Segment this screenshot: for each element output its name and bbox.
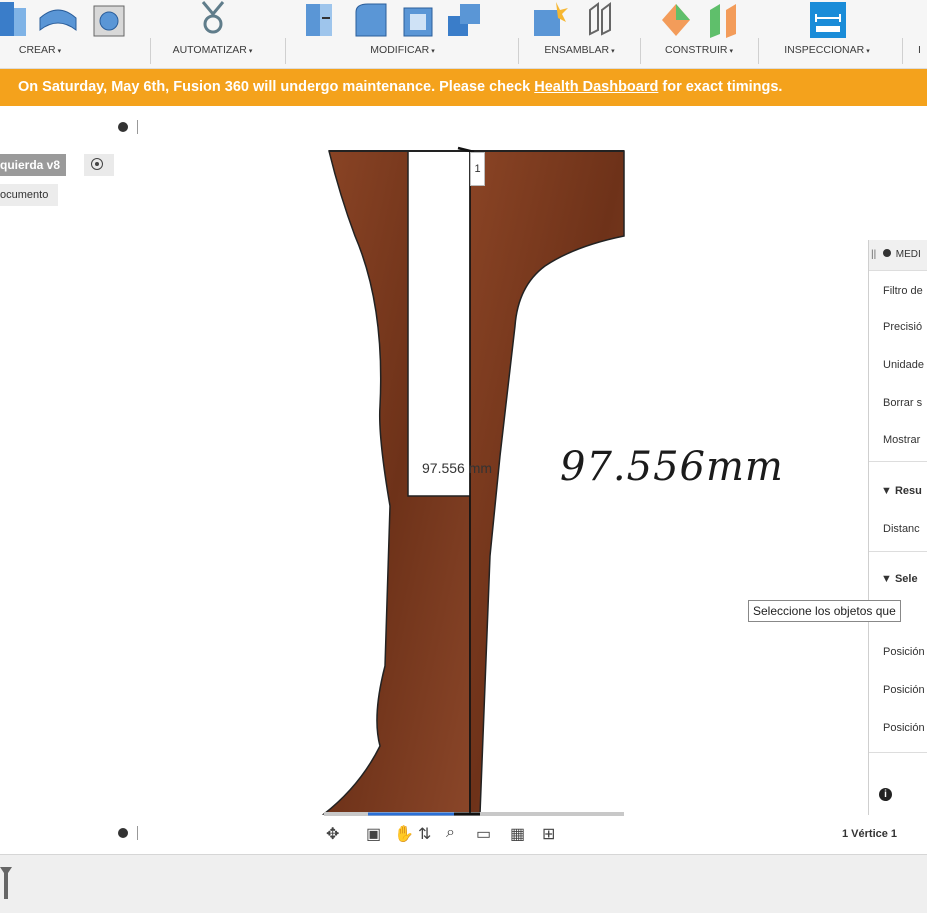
insertar-menu[interactable]: I	[918, 44, 927, 56]
crear-group: CREAR ▾	[0, 0, 80, 68]
selection-section[interactable]: ▼ Sele	[881, 573, 918, 585]
measure-panel-header[interactable]: || MEDI	[869, 240, 927, 271]
joint-icon[interactable]	[584, 0, 624, 40]
fit-icon[interactable]: ⌕	[446, 824, 455, 842]
activate-radio[interactable]	[84, 154, 114, 176]
precision-row[interactable]: Precisió	[883, 321, 922, 333]
distance-row: Distanc	[883, 523, 920, 535]
shell-icon[interactable]	[400, 0, 440, 40]
info-icon[interactable]: i	[879, 788, 892, 801]
collapse-icon[interactable]	[118, 122, 128, 132]
show-row[interactable]: Mostrar	[883, 434, 920, 446]
modificar-menu[interactable]: MODIFICAR ▾	[290, 44, 515, 56]
measure-panel: || MEDI Filtro de Precisió Unidade Borra…	[868, 240, 927, 815]
collapse-icon[interactable]	[882, 249, 891, 257]
automatizar-menu[interactable]: AUTOMATIZAR ▾	[155, 44, 270, 56]
expand-icon[interactable]	[118, 828, 128, 838]
tooltip: Seleccione los objetos que	[748, 600, 901, 622]
ensamblar-menu[interactable]: ENSAMBLAR ▾	[522, 44, 637, 56]
orbit-icon[interactable]: ✥	[326, 824, 339, 844]
revolve-icon[interactable]	[36, 0, 84, 40]
position-row-2: Posición	[883, 684, 925, 696]
crear-menu[interactable]: CREAR ▾	[0, 44, 80, 56]
fillet-icon[interactable]	[352, 0, 392, 40]
health-dashboard-link[interactable]: Health Dashboard	[534, 79, 658, 95]
extrude-icon[interactable]	[0, 0, 30, 40]
vertex-marker: 1	[470, 152, 485, 186]
maintenance-banner: On Saturday, May 6th, Fusion 360 will un…	[0, 69, 927, 106]
display-icon[interactable]: ▭	[476, 824, 491, 844]
banner-text-end: for exact timings.	[658, 79, 783, 95]
radio-dot-icon	[95, 162, 99, 166]
panel-splitter[interactable]	[137, 826, 138, 840]
banner-text: On Saturday, May 6th, Fusion 360 will un…	[18, 79, 535, 95]
ensamblar-group: ENSAMBLAR ▾	[522, 0, 637, 68]
offset-plane-icon[interactable]	[658, 0, 698, 40]
press-pull-icon[interactable]	[304, 0, 344, 40]
pan-icon[interactable]: ✋	[394, 824, 414, 844]
dimension-label: 97.556 mm	[422, 460, 493, 476]
hole-icon[interactable]	[92, 0, 132, 40]
navigation-bar: ✥ ▣ ✋ ⇅ ⌕ ▭ ▦ ⊞	[322, 822, 622, 846]
comments-bar[interactable]	[0, 822, 150, 846]
toolbar: CREAR ▾ AUTOMATIZAR ▾ MODIFICAR ▾ ENSAMB…	[0, 0, 927, 69]
zoom-icon[interactable]: ⇅	[418, 824, 431, 844]
midplane-icon[interactable]	[706, 0, 746, 40]
document-name[interactable]: quierda v8	[0, 154, 67, 176]
modificar-group: MODIFICAR ▾	[290, 0, 515, 68]
browser-header[interactable]	[0, 116, 150, 140]
panel-splitter[interactable]	[137, 120, 138, 134]
viewports-icon[interactable]: ⊞	[542, 824, 555, 844]
clear-row[interactable]: Borrar s	[883, 397, 922, 409]
measure-panel-title: MEDI	[895, 249, 921, 260]
document-settings-item[interactable]: ocumento	[0, 184, 59, 206]
measure-icon[interactable]	[808, 0, 848, 40]
inspeccionar-menu[interactable]: INSPECCIONAR ▾	[762, 44, 892, 56]
units-row[interactable]: Unidade	[883, 359, 924, 371]
timeline-filter-icon[interactable]	[0, 865, 14, 901]
construir-menu[interactable]: CONSTRUIR ▾	[644, 44, 754, 56]
new-component-icon[interactable]	[532, 0, 572, 40]
selection-status: 1 Vértice 1	[842, 828, 898, 840]
design-canvas[interactable]: 1 97.556 mm 97.556mm	[0, 106, 927, 826]
automatizar-group: AUTOMATIZAR ▾	[155, 0, 270, 68]
results-section[interactable]: ▼ Resu	[881, 485, 922, 497]
automate-icon[interactable]	[195, 0, 231, 40]
look-at-icon[interactable]: ▣	[366, 824, 381, 844]
timeline[interactable]	[0, 854, 927, 913]
body-left-leg	[321, 150, 471, 815]
position-row-3: Posición	[883, 722, 925, 734]
grid-icon[interactable]: ▦	[510, 824, 525, 844]
filter-row[interactable]: Filtro de	[883, 285, 923, 297]
combine-icon[interactable]	[446, 0, 486, 40]
handwritten-note: 97.556mm	[560, 444, 784, 490]
inspeccionar-group: INSPECCIONAR ▾	[762, 0, 892, 68]
construir-group: CONSTRUIR ▾	[644, 0, 754, 68]
position-row-1: Posición	[883, 646, 925, 658]
